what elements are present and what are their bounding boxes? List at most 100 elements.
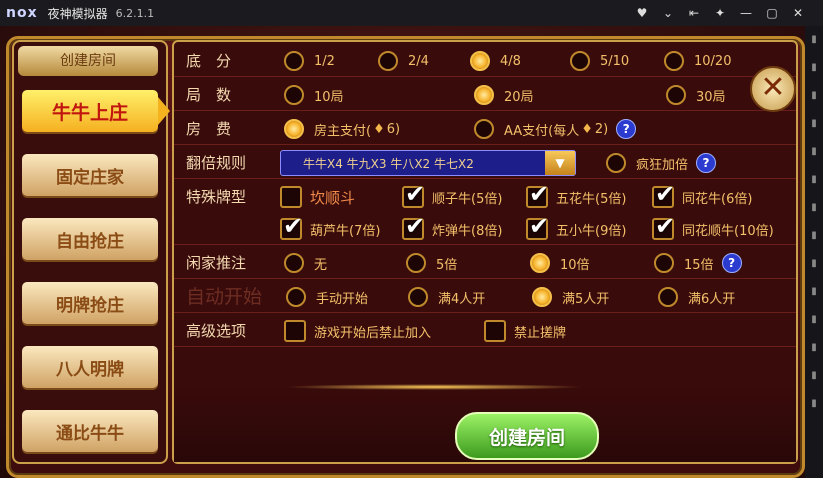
dropdown-value: 牛牛X4 牛九X3 牛八X2 牛七X2 — [303, 157, 474, 171]
radio-option[interactable]: 疯狂加倍? — [606, 148, 717, 178]
toolbar-icon[interactable]: ▮ — [805, 250, 823, 278]
checkbox-option[interactable]: 五花牛(5倍) — [526, 180, 626, 212]
radio-button[interactable] — [606, 153, 626, 173]
radio-option[interactable]: 无 — [284, 248, 327, 278]
maximize-icon[interactable]: ▢ — [759, 3, 785, 23]
radio-option[interactable]: 15倍? — [654, 248, 742, 278]
checkbox-option[interactable]: 顺子牛(5倍) — [402, 180, 503, 212]
radio-option[interactable]: 满5人开 — [532, 282, 609, 312]
radio-option[interactable]: 20局 — [474, 80, 534, 110]
radio-button[interactable] — [284, 85, 304, 105]
multiplier-dropdown[interactable]: 牛牛X4 牛九X3 牛八X2 牛七X2 ▼ — [280, 150, 576, 176]
close-window-icon[interactable]: ✕ — [785, 3, 811, 23]
radio-button[interactable] — [664, 51, 684, 71]
checkbox-option[interactable]: 炸弹牛(8倍) — [402, 212, 502, 244]
radio-button[interactable] — [284, 253, 304, 273]
checkbox-checked[interactable] — [652, 180, 675, 208]
radio-button[interactable] — [284, 51, 304, 71]
fee-row: 房 费 房主支付(♦ 6) AA支付(每人 ♦ 2)? — [174, 114, 796, 145]
help-icon[interactable]: ? — [696, 153, 717, 173]
option-label: 顺子牛(5倍) — [432, 191, 503, 207]
checkbox-checked[interactable] — [526, 212, 549, 240]
checkbox-option[interactable]: 禁止搓牌 — [484, 316, 566, 346]
checkbox-option[interactable]: 坎顺斗 — [280, 182, 355, 212]
toolbar-icon[interactable]: ▮ — [805, 362, 823, 390]
radio-button-selected[interactable] — [284, 119, 304, 139]
push-row: 闲家推注 无 5倍 10倍 15倍? — [174, 248, 796, 279]
tab-open-grab[interactable]: 明牌抢庄 — [22, 282, 158, 324]
tab-tongbi[interactable]: 通比牛牛 — [22, 410, 158, 452]
toolbar-icon[interactable]: ▮ — [805, 306, 823, 334]
checkbox-option[interactable]: 同花顺牛(10倍) — [652, 212, 774, 244]
checkbox-checked[interactable] — [526, 180, 549, 208]
checkbox-option[interactable]: 同花牛(6倍) — [652, 180, 752, 212]
radio-button[interactable] — [474, 119, 494, 139]
radio-option[interactable]: 4/8 — [470, 46, 521, 76]
tab-niuniu-banker[interactable]: 牛牛上庄 — [22, 90, 170, 132]
radio-option[interactable]: 1/2 — [284, 46, 335, 76]
checkbox-checked[interactable] — [652, 212, 675, 240]
radio-button-selected[interactable] — [532, 287, 552, 307]
help-icon[interactable]: ? — [721, 253, 742, 273]
radio-button[interactable] — [378, 51, 398, 71]
toolbar-icon[interactable]: ▮ — [805, 390, 823, 418]
checkbox-option[interactable]: 游戏开始后禁止加入 — [284, 316, 431, 346]
minimize-icon[interactable]: — — [733, 3, 759, 23]
checkbox-checked[interactable] — [280, 212, 303, 240]
radio-button[interactable] — [654, 253, 674, 273]
radio-button[interactable] — [406, 253, 426, 273]
create-room-button[interactable]: 创建房间 — [455, 412, 599, 460]
radio-button[interactable] — [658, 287, 678, 307]
option-label: 10倍 — [560, 257, 590, 273]
checkbox-option[interactable]: 五小牛(9倍) — [526, 212, 626, 244]
menu-dropdown-icon[interactable]: ⌄ — [655, 3, 681, 23]
toolbar-icon[interactable]: ▮ — [805, 334, 823, 362]
pin-icon[interactable]: ⇤ — [681, 3, 707, 23]
toolbar-icon[interactable]: ▮ — [805, 222, 823, 250]
toolbar-icon[interactable]: ▮ — [805, 26, 823, 54]
toolbar-icon[interactable]: ▮ — [805, 194, 823, 222]
settings-icon[interactable]: ✦ — [707, 3, 733, 23]
radio-option[interactable]: 满6人开 — [658, 282, 735, 312]
radio-option[interactable]: 10倍 — [530, 248, 590, 278]
checkbox-checked[interactable] — [402, 180, 425, 208]
radio-button-selected[interactable] — [470, 51, 490, 71]
radio-button[interactable] — [408, 287, 428, 307]
checkbox[interactable] — [284, 320, 306, 342]
toolbar-icon[interactable]: ▮ — [805, 110, 823, 138]
checkbox[interactable] — [484, 320, 506, 342]
toolbar-icon[interactable]: ▮ — [805, 278, 823, 306]
radio-option[interactable]: AA支付(每人 ♦ 2)? — [474, 114, 637, 144]
radio-option[interactable]: 5倍 — [406, 248, 457, 278]
skin-icon[interactable]: ♥ — [629, 3, 655, 23]
radio-option[interactable]: 10/20 — [664, 46, 731, 76]
radio-option[interactable]: 5/10 — [570, 46, 629, 76]
close-icon[interactable]: ✕ — [750, 66, 796, 112]
toolbar-icon[interactable]: ▮ — [805, 138, 823, 166]
game-mode-panel: 创建房间 牛牛上庄 固定庄家 自由抢庄 明牌抢庄 八人明牌 通比牛牛 — [12, 40, 170, 464]
tab-free-grab[interactable]: 自由抢庄 — [22, 218, 158, 260]
chevron-down-icon[interactable]: ▼ — [545, 151, 575, 175]
radio-option[interactable]: 满4人开 — [408, 282, 485, 312]
radio-option[interactable]: 2/4 — [378, 46, 429, 76]
radio-option[interactable]: 30局 — [666, 80, 726, 110]
radio-option[interactable]: 房主支付(♦ 6) — [284, 114, 400, 144]
toolbar-icon[interactable]: ▮ — [805, 54, 823, 82]
toolbar-icon[interactable]: ▮ — [805, 166, 823, 194]
tab-eight-open[interactable]: 八人明牌 — [22, 346, 158, 388]
radio-button-selected[interactable] — [474, 85, 494, 105]
help-icon[interactable]: ? — [616, 119, 637, 139]
checkbox-checked[interactable] — [402, 212, 425, 240]
toolbar-icon[interactable]: ▮ — [805, 82, 823, 110]
checkbox-option[interactable]: 葫芦牛(7倍) — [280, 212, 380, 244]
tab-fixed-banker[interactable]: 固定庄家 — [22, 154, 158, 196]
radio-button[interactable] — [570, 51, 590, 71]
radio-option[interactable]: 10局 — [284, 80, 344, 110]
option-label: 4/8 — [500, 53, 521, 69]
radio-option[interactable]: 手动开始 — [286, 282, 368, 312]
checkbox[interactable] — [280, 186, 302, 208]
special-cards-label: 特殊牌型 — [186, 188, 247, 206]
radio-button[interactable] — [286, 287, 306, 307]
radio-button[interactable] — [666, 85, 686, 105]
radio-button-selected[interactable] — [530, 253, 550, 273]
